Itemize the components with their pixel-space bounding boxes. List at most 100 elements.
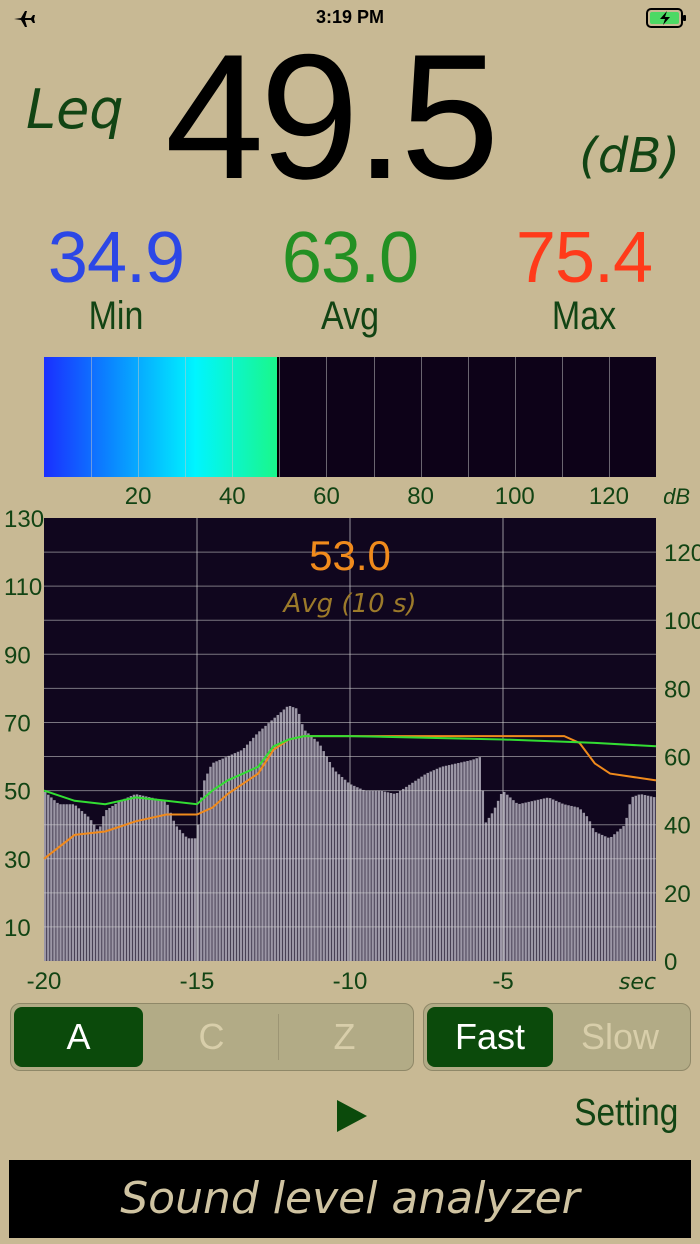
level-bar [545,797,549,961]
app-banner: Sound level analyzer [9,1160,691,1238]
level-bar [515,802,518,961]
level-bar [625,817,628,961]
max-value: 75.4 [515,218,653,298]
level-bar [44,791,47,961]
y-left-tick-label: 10 [4,915,31,942]
leq-value: 49.5 [165,17,499,216]
level-bar [377,790,380,961]
level-bar [548,798,552,961]
meter-gridline [91,357,93,477]
level-bar [395,793,399,961]
level-bar [230,754,234,961]
level-meter-fill [44,357,278,477]
level-bar [643,795,647,961]
y-right-tick-label: 120 [664,540,700,567]
meter-gridline [561,357,563,477]
level-bar [603,836,607,961]
level-bar [353,785,356,961]
weighting-option-z[interactable]: Z [280,1007,409,1067]
max-stat: 75.4 Max [484,222,684,339]
level-bar [132,794,136,961]
level-bar [607,837,610,961]
level-bar [423,774,426,961]
level-bar [160,799,163,961]
level-bar [282,709,286,961]
level-bar [420,776,423,961]
level-bar [288,705,292,961]
level-bar [380,790,384,961]
level-bar [135,794,139,961]
level-bar [322,751,325,961]
meter-gridline [608,357,610,477]
level-bar [175,826,179,961]
level-bar [622,826,625,961]
level-bar [402,788,405,961]
level-bar [215,761,218,961]
level-bar [652,797,656,961]
level-bar [340,776,344,961]
weighting-option-a[interactable]: A [14,1007,143,1067]
level-bar [181,833,185,961]
level-bar [83,813,87,961]
level-bar [414,780,417,961]
x-tick-label: -10 [333,968,368,995]
x-tick-label: -20 [27,968,62,995]
level-bar [487,817,491,961]
level-bar [65,804,68,961]
level-bar [368,790,371,961]
y-left-tick-label: 30 [4,847,31,874]
level-bar [203,780,206,961]
meter-gridline [420,357,422,477]
meter-gridline [185,357,187,477]
level-bar [239,750,243,961]
response-option-slow[interactable]: Slow [557,1007,683,1067]
level-bar [77,808,81,961]
level-bar [89,820,93,961]
y-right-tick-label: 0 [664,949,677,976]
x-tick-label: -15 [180,968,215,995]
level-bar [148,797,151,961]
level-bar [47,794,50,961]
level-bar [484,822,488,961]
min-stat: 34.9 Min [16,222,216,339]
level-bar [200,797,203,961]
play-icon[interactable] [334,1098,370,1134]
level-bar [184,836,188,961]
setting-button[interactable]: Setting [574,1092,678,1135]
response-option-fast[interactable]: Fast [427,1007,553,1067]
level-bar [386,792,390,961]
level-bar [193,838,197,961]
banner-title: Sound level analyzer [120,1173,580,1224]
level-bar [457,763,460,961]
level-bar [331,767,335,961]
level-bar [616,831,619,961]
level-bar [50,797,53,961]
level-bar [285,706,289,961]
level-bar [144,796,148,961]
level-bar [610,836,613,961]
level-bar [634,795,638,961]
level-bar [297,713,301,961]
weighting-option-c[interactable]: C [147,1007,276,1067]
level-bar [405,786,408,961]
level-bar [319,745,322,961]
avg-value: 63.0 [281,218,419,298]
db-unit-label: (dB) [579,128,680,184]
level-bar [206,773,209,961]
level-bar [432,770,436,961]
level-bar [588,821,592,961]
response-time-selector: Fast Slow [423,1003,691,1071]
level-bar [221,758,224,961]
level-bar [509,797,512,961]
level-bar [56,802,59,961]
level-bar [371,790,374,961]
level-bar [649,796,653,961]
level-bar [166,804,169,961]
meter-gridline [232,357,234,477]
level-bar [429,771,433,961]
level-bar [613,834,616,961]
level-bar [154,798,157,961]
level-bar [389,793,393,961]
level-bar [524,802,527,961]
meter-gridline [326,357,328,477]
